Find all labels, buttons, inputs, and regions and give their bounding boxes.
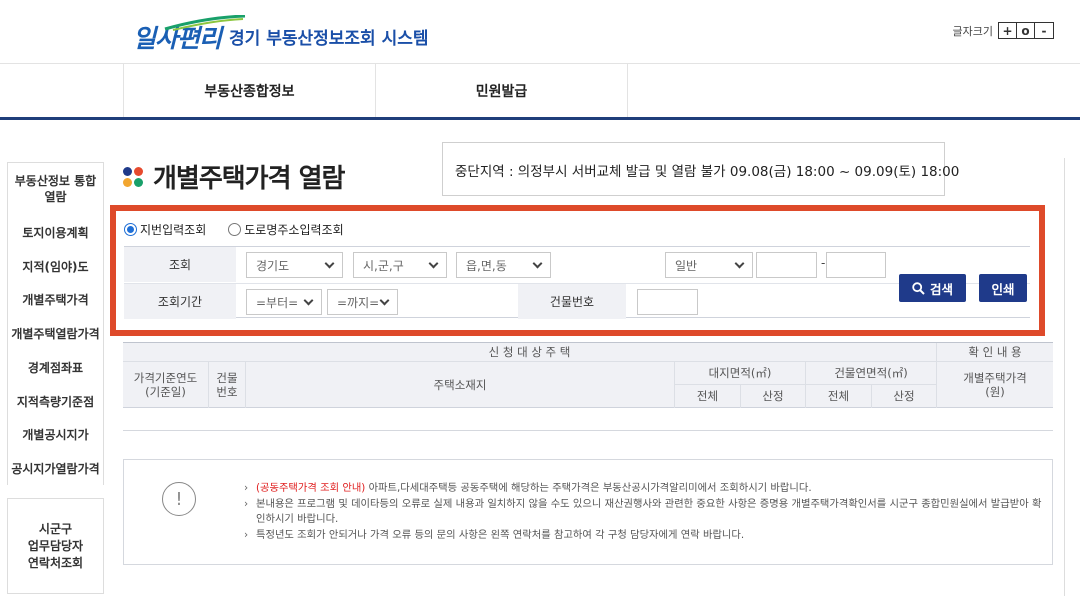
info-line-contact: 특정년도 조회가 안되거나 가격 오류 등의 문의 사항은 왼쪽 연락처를 참고… xyxy=(244,528,1044,544)
sidebar-item-integrated-view[interactable]: 부동산정보 통합 열람 xyxy=(8,163,103,215)
radio-lot-number-label[interactable]: 지번입력조회 xyxy=(140,221,206,238)
radio-lot-number[interactable] xyxy=(124,223,137,236)
logo-swoosh-icon xyxy=(164,15,246,31)
building-number-label: 건물번호 xyxy=(518,284,626,319)
info-line-apartment-text: 아파트,다세대주택등 공동주택에 해당하는 주택가격은 부동산공시가격알리미에서… xyxy=(365,482,812,494)
info-notice-box: ! (공동주택가격 조회 안내) 아파트,다세대주택등 공동주택에 해당하는 주… xyxy=(123,459,1053,565)
main-lot-number-input[interactable] xyxy=(756,252,817,278)
font-size-label: 글자크기 xyxy=(952,24,993,38)
logo-mark: 일사편리 xyxy=(133,15,246,54)
font-size-decrease-button[interactable]: - xyxy=(1035,23,1053,38)
period-from-select[interactable]: =부터= xyxy=(246,289,322,315)
period-label: 조회기간 xyxy=(124,284,236,319)
chevron-down-icon xyxy=(324,258,335,269)
sidebar-item-individual-house-view-price[interactable]: 개별주택열람가격 xyxy=(8,316,103,350)
sidebar-item-survey-control-points[interactable]: 지적측량기준점 xyxy=(8,384,103,418)
main-nav: 부동산종합정보 민원발급 xyxy=(0,64,1080,120)
sidebar-item-boundary-coordinates[interactable]: 경계점좌표 xyxy=(8,350,103,384)
province-select-value: 경기도 xyxy=(256,258,290,273)
results-empty-row xyxy=(123,430,1053,431)
title-dots-icon xyxy=(123,166,143,187)
font-size-control: 글자크기 + o - xyxy=(953,22,1054,39)
col-header-building-area: 건물연면적(㎡) xyxy=(806,362,936,384)
nav-item-civil-issuance[interactable]: 민원발급 xyxy=(376,64,628,117)
town-select-value: 읍,면,동 xyxy=(466,258,507,273)
chevron-down-icon xyxy=(379,295,390,306)
building-number-input[interactable] xyxy=(637,289,698,315)
chevron-down-icon xyxy=(734,258,745,269)
exclamation-icon: ! xyxy=(162,482,196,516)
sidebar-item-land-price-view[interactable]: 공시지가열람가격 xyxy=(8,451,103,485)
search-icon xyxy=(912,281,925,295)
font-size-increase-button[interactable]: + xyxy=(999,23,1017,38)
sidebar: 부동산정보 통합 열람 토지이용계획 지적(임야)도 개별주택가격 개별주택열람… xyxy=(7,162,104,594)
chevron-down-icon xyxy=(428,258,439,269)
form-row-period: 조회기간 =부터= =까지= 건물번호 xyxy=(124,283,1030,319)
col-header-building-no: 건물 번호 xyxy=(209,362,245,407)
search-form: 지번입력조회 도로명주소입력조회 조회 경기도 시,군,구 읍,면,동 일반 -… xyxy=(110,205,1045,336)
right-divider xyxy=(1064,158,1065,596)
font-size-reset-button[interactable]: o xyxy=(1017,23,1035,38)
col-header-price-year: 가격기준연도 (기준일) xyxy=(123,362,208,407)
sidebar-item-cadastral-map[interactable]: 지적(임야)도 xyxy=(8,249,103,283)
search-type-radios: 지번입력조회 도로명주소입력조회 xyxy=(124,221,366,238)
sidebar-item-individual-house-price[interactable]: 개별주택가격 xyxy=(8,283,103,316)
search-button-label: 검색 xyxy=(929,281,953,297)
lot-number-separator: - xyxy=(821,256,826,270)
apartment-price-link[interactable]: (공동주택가격 조회 안내) xyxy=(256,482,365,494)
col-header-address: 주택소재지 xyxy=(246,362,674,407)
group-header-target-house: 신 청 대 상 주 택 xyxy=(123,343,936,361)
subcol-building-total: 전체 xyxy=(806,385,871,407)
info-line-disclaimer: 본내용은 프로그램 및 데이타등의 오류로 실제 내용과 일치하지 않을 수도 … xyxy=(244,497,1044,528)
group-header-confirm: 확 인 내 용 xyxy=(937,343,1053,361)
site-header: 일사편리 경기 부동산정보조회 시스템 글자크기 + o - xyxy=(0,0,1080,64)
sidebar-contact-lookup[interactable]: 시군구 업무담당자 연락처조회 xyxy=(7,498,104,594)
subcol-land-total: 전체 xyxy=(675,385,740,407)
subcol-land-calc: 산정 xyxy=(741,385,805,407)
service-notice: 중단지역 : 의정부시 서버교체 발급 및 열람 불가 09.08(금) 18:… xyxy=(442,142,959,196)
land-type-select[interactable]: 일반 xyxy=(665,252,753,278)
page-title: 개별주택가격 열람 xyxy=(123,158,345,195)
period-to-select[interactable]: =까지= xyxy=(327,289,398,315)
sidebar-item-official-land-price[interactable]: 개별공시지가 xyxy=(8,418,103,451)
period-from-value: =부터= xyxy=(256,295,299,310)
period-to-value: =까지= xyxy=(337,295,380,310)
col-header-land-area: 대지면적(㎡) xyxy=(675,362,805,384)
print-button[interactable]: 인쇄 xyxy=(979,274,1027,302)
page-title-text: 개별주택가격 열람 xyxy=(153,164,345,194)
logo-subtitle: 경기 부동산정보조회 시스템 xyxy=(229,29,429,49)
province-select[interactable]: 경기도 xyxy=(246,252,343,278)
town-select[interactable]: 읍,면,동 xyxy=(456,252,551,278)
chevron-down-icon xyxy=(532,258,543,269)
search-fields: 조회 경기도 시,군,구 읍,면,동 일반 - 조회기간 =부터= =까지= 건… xyxy=(124,246,1030,319)
chevron-down-icon xyxy=(303,295,314,306)
location-label: 조회 xyxy=(124,247,236,282)
search-button[interactable]: 검색 xyxy=(899,274,966,302)
sidebar-item-land-use-plan[interactable]: 토지이용계획 xyxy=(8,215,103,249)
radio-road-address[interactable] xyxy=(228,223,242,236)
sub-lot-number-input[interactable] xyxy=(826,252,886,278)
city-select-value: 시,군,구 xyxy=(363,258,404,273)
radio-road-address-label[interactable]: 도로명주소입력조회 xyxy=(244,221,343,238)
info-line-apartment: (공동주택가격 조회 안내) 아파트,다세대주택등 공동주택에 해당하는 주택가… xyxy=(244,481,1044,497)
form-row-location: 조회 경기도 시,군,구 읍,면,동 일반 - xyxy=(124,247,1030,283)
city-select[interactable]: 시,군,구 xyxy=(353,252,447,278)
subcol-building-calc: 산정 xyxy=(872,385,936,407)
site-logo[interactable]: 일사편리 경기 부동산정보조회 시스템 xyxy=(133,15,429,54)
col-header-house-price: 개별주택가격 (원) xyxy=(937,362,1053,407)
land-type-select-value: 일반 xyxy=(675,258,698,273)
nav-item-real-estate-info[interactable]: 부동산종합정보 xyxy=(124,64,376,117)
